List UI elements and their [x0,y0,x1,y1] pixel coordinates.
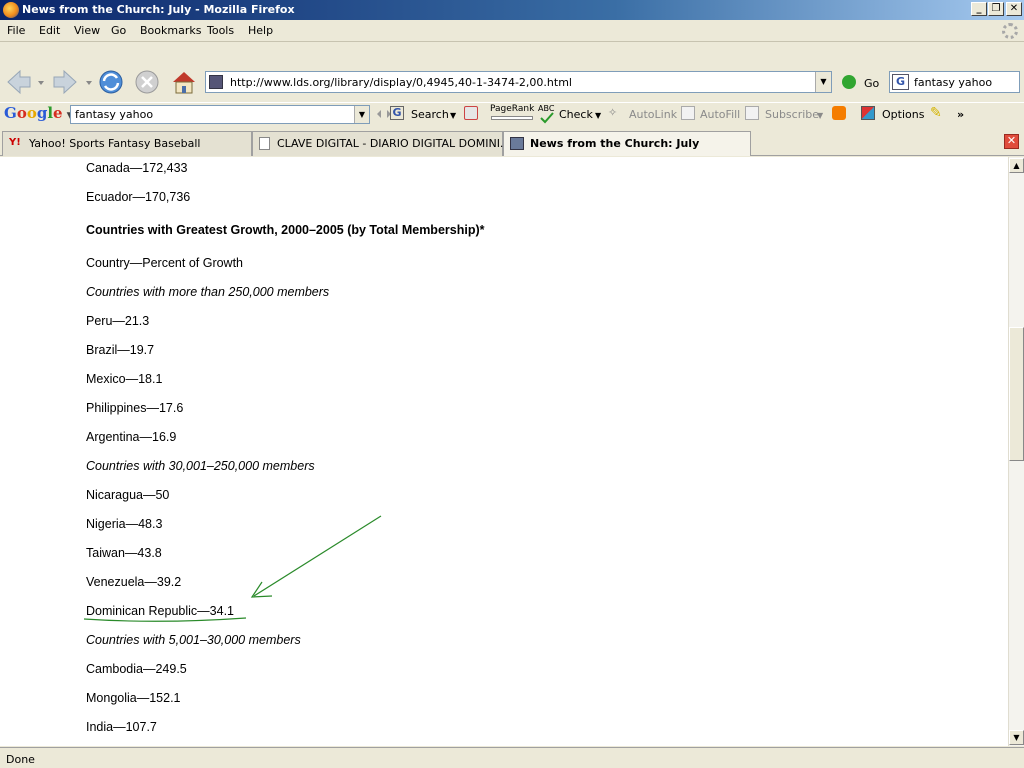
lds-favicon-icon [510,137,524,150]
tab-label: CLAVE DIGITAL - DIARIO DIGITAL DOMINI... [277,137,511,150]
home-icon[interactable] [173,72,195,94]
content-line: Venezuela—39.2 [86,575,182,589]
content-line: Nigeria—48.3 [86,517,163,531]
highlighter-icon[interactable]: ✎ [930,105,942,121]
google-toolbar-search-input[interactable]: fantasy yahoo ▼ [70,105,370,124]
content-line: Cambodia—249.5 [86,662,187,676]
content-line: Peru—21.3 [86,314,150,328]
maximize-button[interactable]: ❐ [988,2,1004,16]
content-line: Taiwan—43.8 [86,546,162,560]
minimize-button[interactable]: _ [971,2,987,16]
vertical-scrollbar[interactable]: ▲ ▼ [1008,157,1024,746]
menu-file[interactable]: File [7,24,25,37]
reload-icon[interactable] [99,70,123,94]
tab-yahoo-sports[interactable]: Y! Yahoo! Sports Fantasy Baseball [2,131,252,156]
scroll-up-arrow-icon[interactable]: ▲ [1009,158,1024,173]
pagerank-label: PageRank [490,104,535,114]
firefox-icon [3,2,19,18]
menu-view[interactable]: View [74,24,100,37]
google-search-engine-icon[interactable]: G [892,74,909,90]
content-line: Philippines—17.6 [86,401,184,415]
autolink-button[interactable]: AutoLink [629,108,677,121]
blogger-icon[interactable] [832,106,846,120]
popup-blocker-icon[interactable] [464,106,478,120]
url-text[interactable]: http://www.lds.org/library/display/0,494… [230,76,572,89]
subscribe-button[interactable]: Subscribe [765,108,819,121]
url-bar[interactable]: http://www.lds.org/library/display/0,494… [205,71,832,93]
pagerank-bar [491,116,533,120]
window-title-bar: News from the Church: July - Mozilla Fir… [0,0,1024,20]
close-window-button[interactable]: ✕ [1006,2,1022,16]
content-line: Country—Percent of Growth [86,256,244,270]
menu-go[interactable]: Go [111,24,126,37]
page-favicon-icon [259,137,270,150]
page-content: Canada—172,433 Ecuador—170,736 Countries… [0,157,1008,746]
yahoo-favicon-icon: Y! [9,137,21,148]
back-button[interactable] [7,69,31,95]
menu-tools[interactable]: Tools [207,24,234,37]
subsection-label: Countries with 5,001–30,000 members [86,633,301,647]
site-favicon-icon [209,75,223,89]
tab-news-from-church[interactable]: News from the Church: July [503,131,751,156]
tab-label: News from the Church: July [530,137,700,150]
content-line-highlighted: Dominican Republic—34.1 [86,604,234,618]
content-line: Mongolia—152.1 [86,691,181,705]
forward-dropdown-icon[interactable] [86,81,92,85]
subscribe-icon[interactable] [745,106,759,120]
autofill-button[interactable]: AutoFill [700,108,740,121]
content-line: Brazil—19.7 [86,343,155,357]
subscribe-dropdown-icon[interactable]: ▼ [817,111,823,120]
subsection-label: Countries with more than 250,000 members [86,285,330,299]
section-heading: Countries with Greatest Growth, 2000–200… [86,223,485,237]
scrollbar-thumb[interactable] [1009,327,1024,461]
url-dropdown-icon[interactable]: ▼ [815,72,831,92]
tab-clave-digital[interactable]: CLAVE DIGITAL - DIARIO DIGITAL DOMINI... [252,131,510,156]
check-button[interactable]: Check [559,108,593,121]
options-icon[interactable] [861,106,875,120]
search-box-value[interactable]: fantasy yahoo [914,76,992,89]
subsection-label: Countries with 30,001–250,000 members [86,459,315,473]
menu-bar: File Edit View Go Bookmarks Tools Help [0,20,1024,42]
content-line: Mexico—18.1 [86,372,163,386]
scroll-down-arrow-icon[interactable]: ▼ [1009,730,1024,745]
close-tab-icon[interactable]: ✕ [1004,134,1019,149]
google-search-icon[interactable]: G [390,106,404,120]
more-tools-chevron[interactable]: » [957,108,964,121]
content-line: India—107.7 [86,720,157,734]
window-title: News from the Church: July - Mozilla Fir… [22,3,295,16]
menu-bookmarks[interactable]: Bookmarks [140,24,201,37]
search-box[interactable]: G fantasy yahoo [889,71,1020,93]
autolink-wand-icon[interactable]: ✧ [608,106,617,119]
forward-button[interactable] [53,69,77,95]
status-bar: Done [0,747,1024,768]
google-logo[interactable]: Google▼ [4,104,74,122]
stop-icon[interactable] [135,70,159,94]
menu-edit[interactable]: Edit [39,24,60,37]
content-line: Argentina—16.9 [86,430,177,444]
content-line: Ecuador—170,736 [86,190,191,204]
content-line: Nicaragua—50 [86,488,170,502]
content-line: Canada—172,433 [86,161,188,175]
autofill-icon[interactable] [681,106,695,120]
check-dropdown-icon[interactable]: ▼ [595,111,601,120]
status-text: Done [6,753,35,766]
options-button[interactable]: Options [882,108,924,121]
google-search-button[interactable]: Search [411,108,449,121]
go-button-label[interactable]: Go [864,77,879,90]
back-dropdown-icon[interactable] [38,81,44,85]
google-query-dropdown-icon[interactable]: ▼ [354,106,369,123]
google-query-text[interactable]: fantasy yahoo [75,108,153,121]
search-dropdown-icon[interactable]: ▼ [450,111,456,120]
go-arrow-icon[interactable] [842,75,856,89]
checkmark-icon [540,112,554,124]
menu-help[interactable]: Help [248,24,273,37]
nav-buttons [7,69,195,95]
throbber-icon [1002,23,1018,39]
tab-label: Yahoo! Sports Fantasy Baseball [29,137,201,150]
